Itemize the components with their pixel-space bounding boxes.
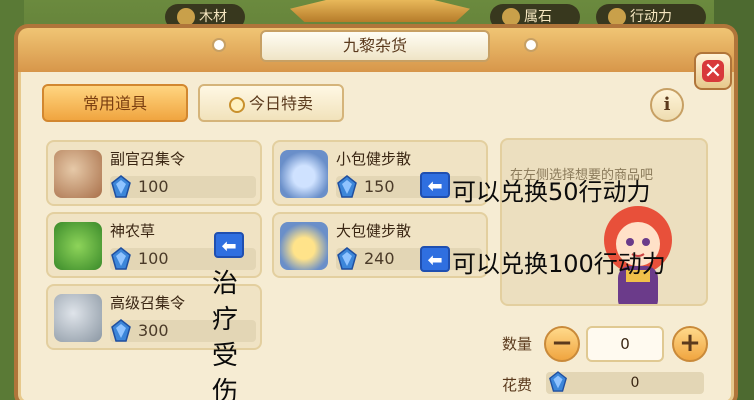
arrow-left-icon: ⬅ bbox=[420, 246, 450, 272]
close-button[interactable]: ✕ bbox=[694, 52, 732, 90]
gem-icon bbox=[337, 175, 357, 198]
action-label: 行动力 bbox=[630, 9, 672, 25]
gem-icon bbox=[111, 319, 131, 342]
item-name: 神农草 bbox=[110, 222, 156, 240]
tab-today-sale[interactable]: 今日特卖 bbox=[198, 84, 344, 122]
annotation-herb: 治疗受伤 bbox=[212, 269, 239, 400]
scroll-icon bbox=[54, 150, 102, 198]
arrow-left-icon: ⬅ bbox=[420, 172, 450, 198]
herb-icon bbox=[54, 222, 102, 270]
item-price: 240 bbox=[364, 249, 395, 268]
item-price: 100 bbox=[138, 177, 169, 196]
roof-ornament bbox=[290, 0, 470, 22]
tab-common-items[interactable]: 常用道具 bbox=[42, 84, 188, 122]
stone-label: 属石 bbox=[524, 9, 552, 25]
item-name: 高级召集令 bbox=[110, 294, 186, 312]
close-icon: ✕ bbox=[702, 59, 724, 84]
item-price: 150 bbox=[364, 177, 395, 196]
info-button[interactable]: i bbox=[650, 88, 684, 122]
arrow-left-icon: ⬅ bbox=[214, 232, 244, 258]
bowl-icon bbox=[280, 222, 328, 270]
item-name: 小包健步散 bbox=[336, 150, 412, 168]
header-knob-right bbox=[524, 38, 538, 52]
increase-quantity-button[interactable]: + bbox=[672, 326, 708, 362]
item-name: 大包健步散 bbox=[336, 222, 412, 240]
shop-item-deputy-summon[interactable]: 副官召集令 100 bbox=[46, 140, 262, 206]
header-knob-left bbox=[212, 38, 226, 52]
annotation-large-stamina: 可以兑换100行动力 bbox=[452, 250, 666, 278]
bowl-icon bbox=[280, 150, 328, 198]
gem-icon bbox=[111, 247, 131, 270]
annotation-small-stamina: 可以兑换50行动力 bbox=[452, 178, 651, 206]
item-name: 副官召集令 bbox=[110, 150, 186, 168]
gem-icon bbox=[337, 247, 357, 270]
decrease-quantity-button[interactable]: − bbox=[544, 326, 580, 362]
shop-title: 九黎杂货 bbox=[260, 30, 490, 62]
cost-label: 花费 bbox=[502, 376, 533, 394]
gem-icon bbox=[111, 175, 131, 198]
item-preview-box: 在左侧选择想要的商品吧 bbox=[500, 138, 708, 306]
wood-label: 木材 bbox=[199, 9, 227, 25]
clock-icon bbox=[228, 96, 245, 113]
tab-today-label: 今日特卖 bbox=[248, 94, 313, 113]
item-price: 300 bbox=[138, 321, 169, 340]
scroll-icon bbox=[54, 294, 102, 342]
gem-icon bbox=[549, 371, 567, 392]
cost-value: 0 bbox=[630, 375, 640, 391]
quantity-label: 数量 bbox=[502, 335, 533, 353]
item-price: 100 bbox=[138, 249, 169, 268]
quantity-input[interactable]: 0 bbox=[586, 326, 664, 362]
